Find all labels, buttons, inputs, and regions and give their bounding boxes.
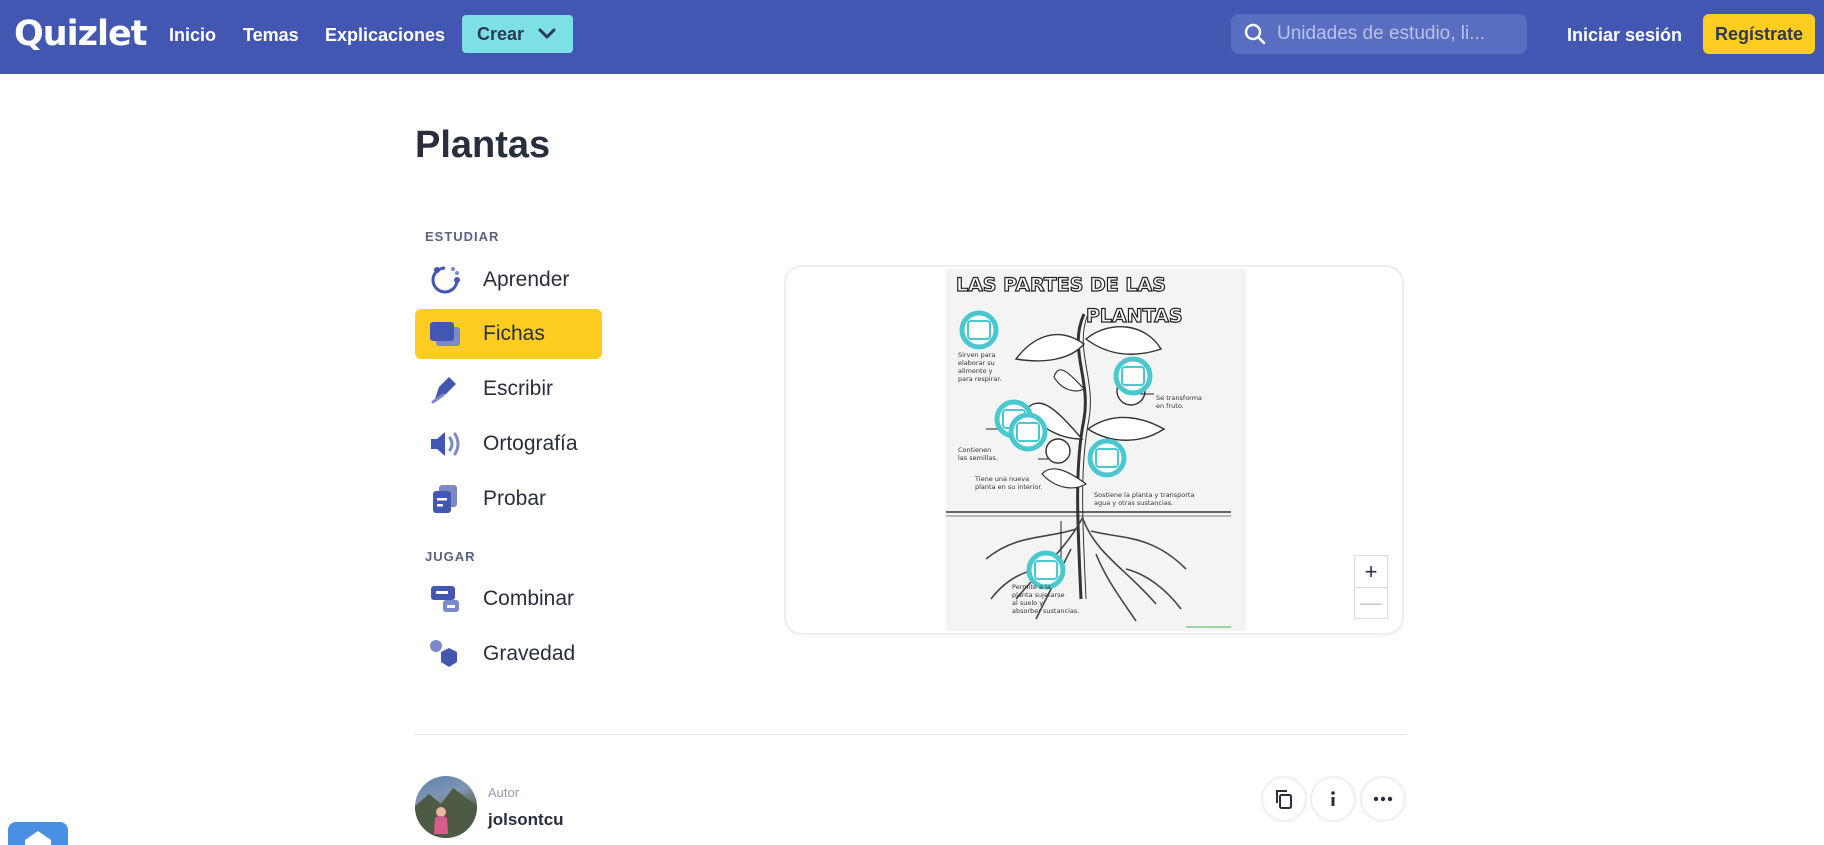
- play-section-label: JUGAR: [425, 549, 476, 564]
- label-flower-2: en fruto.: [1156, 402, 1184, 410]
- label-stem-2: agua y otras sustancias.: [1094, 499, 1173, 507]
- spell-icon: [427, 428, 463, 460]
- info-button[interactable]: [1310, 776, 1356, 822]
- search-input[interactable]: [1277, 23, 1517, 45]
- copy-button[interactable]: [1261, 776, 1307, 822]
- mode-label: Fichas: [483, 322, 545, 345]
- mode-combinar[interactable]: Combinar: [415, 574, 602, 624]
- author-label: Autor: [488, 785, 520, 800]
- label-root-1: Permite a la: [1012, 583, 1051, 591]
- mode-aprender[interactable]: Aprender: [415, 255, 602, 305]
- label-fruit-1: Contienen: [958, 446, 991, 454]
- diagram-heading-1: LAS PARTES DE LAS: [956, 274, 1166, 296]
- more-options-button[interactable]: [1360, 776, 1406, 822]
- author-name[interactable]: jolsontcu: [488, 810, 564, 830]
- label-seed-1: Tiene una nueva: [974, 475, 1029, 483]
- zoom-controls: + —: [1354, 555, 1388, 619]
- ellipsis-icon: [1373, 796, 1393, 802]
- floating-help-button[interactable]: [8, 822, 68, 845]
- label-leaf-3: alimento y: [958, 367, 993, 375]
- nav-inicio[interactable]: Inicio: [169, 25, 216, 46]
- zoom-out-button[interactable]: —: [1355, 587, 1387, 618]
- test-icon: [427, 483, 463, 515]
- label-seed-2: planta en su interior.: [975, 483, 1042, 491]
- gravity-icon: [427, 638, 463, 670]
- avatar[interactable]: [415, 776, 477, 838]
- plant-diagram-image: LAS PARTES DE LAS PLANTAS Sirven para el…: [946, 269, 1246, 631]
- label-leaf-4: para respirar.: [958, 375, 1001, 383]
- label-stem-1: Sostiene la planta y transporta: [1094, 491, 1194, 499]
- info-icon: [1331, 791, 1335, 806]
- nav-explicaciones[interactable]: Explicaciones: [325, 25, 445, 46]
- chevron-down-icon: [538, 28, 556, 39]
- label-root-2: planta sujetarse: [1012, 591, 1065, 599]
- mode-label: Gravedad: [483, 642, 576, 665]
- signup-button[interactable]: Regístrate: [1703, 14, 1815, 54]
- label-leaf-1: Sirven para: [958, 351, 995, 359]
- search-box[interactable]: [1231, 14, 1527, 54]
- create-label: Crear: [477, 23, 525, 44]
- mode-fichas[interactable]: Fichas: [415, 309, 602, 359]
- zoom-in-button[interactable]: +: [1355, 556, 1387, 587]
- section-divider: [414, 734, 1406, 735]
- login-link[interactable]: Iniciar sesión: [1567, 25, 1682, 46]
- top-navigation-bar: Quizlet Inicio Temas Explicaciones Crear…: [0, 0, 1824, 74]
- study-section-label: ESTUDIAR: [425, 229, 500, 244]
- mode-label: Probar: [483, 487, 547, 510]
- flashcards-icon: [427, 318, 463, 350]
- page-title: Plantas: [415, 124, 551, 166]
- mode-ortografia[interactable]: Ortografía: [415, 419, 602, 469]
- search-icon: [1244, 23, 1266, 45]
- quizlet-logo[interactable]: Quizlet: [14, 14, 148, 54]
- mode-probar[interactable]: Probar: [415, 474, 602, 524]
- match-icon: [427, 583, 463, 615]
- label-leaf-2: elaborar su: [958, 359, 995, 367]
- nav-temas[interactable]: Temas: [243, 25, 299, 46]
- mode-label: Aprender: [483, 268, 570, 291]
- diagram-heading-2: PLANTAS: [1086, 305, 1183, 327]
- label-root-4: absorber sustancias.: [1012, 607, 1079, 615]
- avatar-photo-icon: [415, 788, 477, 838]
- mode-label: Ortografía: [483, 432, 578, 455]
- label-fruit-2: las semillas.: [958, 454, 998, 462]
- write-icon: [427, 373, 463, 405]
- learn-icon: [427, 264, 463, 296]
- label-flower-1: Se transforma: [1156, 394, 1202, 402]
- home-icon: [25, 831, 51, 845]
- mode-gravedad[interactable]: Gravedad: [415, 629, 602, 679]
- mode-label: Escribir: [483, 377, 554, 400]
- create-button[interactable]: Crear: [462, 15, 573, 53]
- label-root-3: al suelo y: [1012, 599, 1043, 607]
- copy-icon: [1276, 790, 1292, 809]
- mode-escribir[interactable]: Escribir: [415, 364, 602, 414]
- mode-label: Combinar: [483, 587, 575, 610]
- diagram-card[interactable]: LAS PARTES DE LAS PLANTAS Sirven para el…: [786, 267, 1402, 633]
